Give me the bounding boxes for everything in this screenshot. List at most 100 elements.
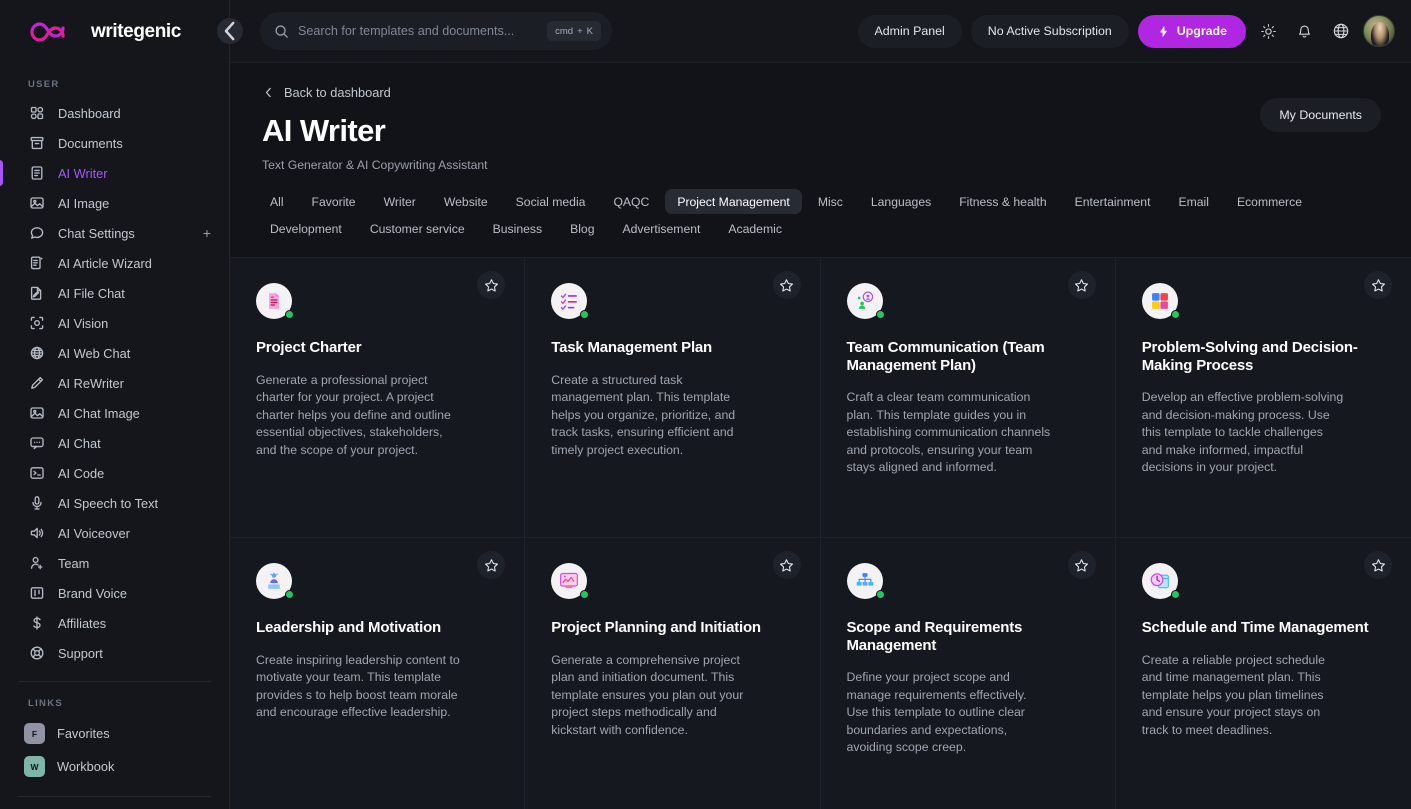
tab-customer-service[interactable]: Customer service [358,216,477,241]
tab-entertainment[interactable]: Entertainment [1063,189,1163,214]
tab-website[interactable]: Website [432,189,500,214]
sidebar-item-ai-code[interactable]: AI Code [0,458,229,488]
search-input[interactable] [298,24,548,38]
tab-fitness-health[interactable]: Fitness & health [947,189,1058,214]
card-icon-wrapper [846,563,885,599]
favorite-star-button[interactable] [772,271,801,299]
sidebar-item-label: Affiliates [58,615,107,631]
sidebar-collapse-button[interactable] [217,18,243,44]
status-dot [1170,310,1180,319]
theme-toggle-button[interactable] [1255,18,1282,45]
top-bar: cmd + K Admin Panel No Active Subscripti… [217,0,1411,63]
sidebar-item-ai-chat[interactable]: AI Chat [0,428,229,458]
sidebar-item-ai-vision[interactable]: AI Vision [0,308,229,338]
sidebar-item-affiliates[interactable]: Affiliates [0,608,229,638]
status-dot [875,590,885,599]
my-documents-button[interactable]: My Documents [1260,98,1381,132]
link-badge: W [24,756,45,777]
sidebar-item-label: AI Image [58,195,110,211]
sidebar-item-label: AI Article Wizard [58,255,152,271]
sidebar-item-ai-web-chat[interactable]: AI Web Chat [0,338,229,368]
sidebar-item-support[interactable]: Support [0,638,229,668]
favorite-star-button[interactable] [772,551,801,579]
tab-business[interactable]: Business [481,216,554,241]
sidebar-item-ai-chat-image[interactable]: AI Chat Image [0,398,229,428]
template-card[interactable]: Task Management Plan Create a structured … [525,258,821,538]
language-button[interactable] [1327,18,1354,45]
sidebar-item-ai-article-wizard[interactable]: AI Article Wizard [0,248,229,278]
sidebar-item-label: AI ReWriter [58,375,124,391]
tab-qaqc[interactable]: QAQC [601,189,661,214]
sidebar-item-label: Support [58,645,103,661]
sidebar-item-ai-image[interactable]: AI Image [0,188,229,218]
star-outline-icon [780,278,793,292]
upgrade-button[interactable]: Upgrade [1137,14,1246,48]
chat-dots-icon [28,435,45,452]
search-icon [274,24,289,39]
tab-email[interactable]: Email [1166,189,1220,214]
tab-favorite[interactable]: Favorite [300,189,368,214]
tab-social-media[interactable]: Social media [504,189,598,214]
add-chat-setting-button[interactable]: + [203,226,211,240]
notifications-button[interactable] [1291,18,1318,45]
page-header: Back to dashboard AI Writer Text Generat… [230,63,1411,172]
card-icon-wrapper [551,283,590,319]
sidebar-link-workbook[interactable]: W Workbook [0,750,229,783]
sidebar: writegenic USER Dashboard Documents AI Wri… [0,0,230,809]
tab-all[interactable]: All [258,189,296,214]
template-card[interactable]: Leadership and Motivation Create inspirin… [230,538,526,809]
favorite-star-button[interactable] [1364,551,1392,579]
sidebar-link-favorites[interactable]: F Favorites [0,717,229,750]
sidebar-item-ai-rewriter[interactable]: AI ReWriter [0,368,229,398]
template-card[interactable]: Project Planning and Initiation Generate … [525,538,821,809]
tab-advertisement[interactable]: Advertisement [611,216,713,241]
card-icon-wrapper [256,283,294,319]
speaker-icon [28,525,45,542]
search-shortcut-hint: cmd + K [547,21,601,41]
tab-academic[interactable]: Academic [716,216,794,241]
template-card[interactable]: Scope and Requirements Management Define … [820,538,1116,809]
favorite-star-button[interactable] [477,551,506,579]
tab-ecommerce[interactable]: Ecommerce [1225,189,1314,214]
status-dot [1170,590,1180,599]
card-title: Project Planning and Initiation [551,619,761,636]
template-card[interactable]: Schedule and Time Management Create a rel… [1115,538,1411,809]
favorite-star-button[interactable] [1364,271,1392,299]
template-card[interactable]: Problem-Solving and Decision-Making Proc… [1115,258,1411,538]
template-card[interactable]: Team Communication (Team Management Plan… [820,258,1116,538]
subscription-status-button[interactable]: No Active Subscription [970,14,1129,48]
sidebar-item-ai-writer[interactable]: AI Writer [0,158,229,188]
status-dot [580,310,590,319]
sidebar-item-dashboard[interactable]: Dashboard [0,98,229,128]
tab-development[interactable]: Development [258,216,354,241]
back-to-dashboard-link[interactable]: Back to dashboard [262,85,391,100]
tab-writer[interactable]: Writer [372,189,428,214]
sidebar-item-chat-settings[interactable]: Chat Settings + [0,218,229,248]
sidebar-item-ai-file-chat[interactable]: AI File Chat [0,278,229,308]
favorite-star-button[interactable] [477,271,506,299]
tab-blog[interactable]: Blog [558,216,606,241]
sidebar-item-label: AI Web Chat [58,345,131,361]
tab-misc[interactable]: Misc [806,189,855,214]
sidebar-item-label: AI Chat [58,435,101,451]
sidebar-item-ai-speech-to-text[interactable]: AI Speech to Text [0,488,229,518]
sidebar-item-team[interactable]: Team [0,548,229,578]
tab-languages[interactable]: Languages [859,189,943,214]
bell-icon [1299,25,1310,38]
sidebar-item-brand-voice[interactable]: Brand Voice [0,578,229,608]
sidebar-scroll-area[interactable]: USER Dashboard Documents AI Writer AI Image… [0,63,229,809]
brand-logo-area[interactable]: writegenic [0,0,229,63]
favorite-star-button[interactable] [1067,551,1096,579]
favorite-star-button[interactable] [1067,271,1096,299]
avatar[interactable] [1363,15,1395,47]
vision-scan-icon [28,315,45,332]
tab-project-management[interactable]: Project Management [665,189,802,214]
card-title: Project Charter [256,339,362,356]
admin-panel-button[interactable]: Admin Panel [857,14,962,48]
sidebar-item-documents[interactable]: Documents [0,128,229,158]
sidebar-item-ai-voiceover[interactable]: AI Voiceover [0,518,229,548]
card-description: Craft a clear team communication plan. T… [846,390,1051,475]
template-card[interactable]: Project Charter Generate a professional p… [230,258,526,538]
page-subtitle: Text Generator & AI Copywriting Assistan… [262,158,488,172]
search-bar[interactable]: cmd + K [260,12,612,50]
